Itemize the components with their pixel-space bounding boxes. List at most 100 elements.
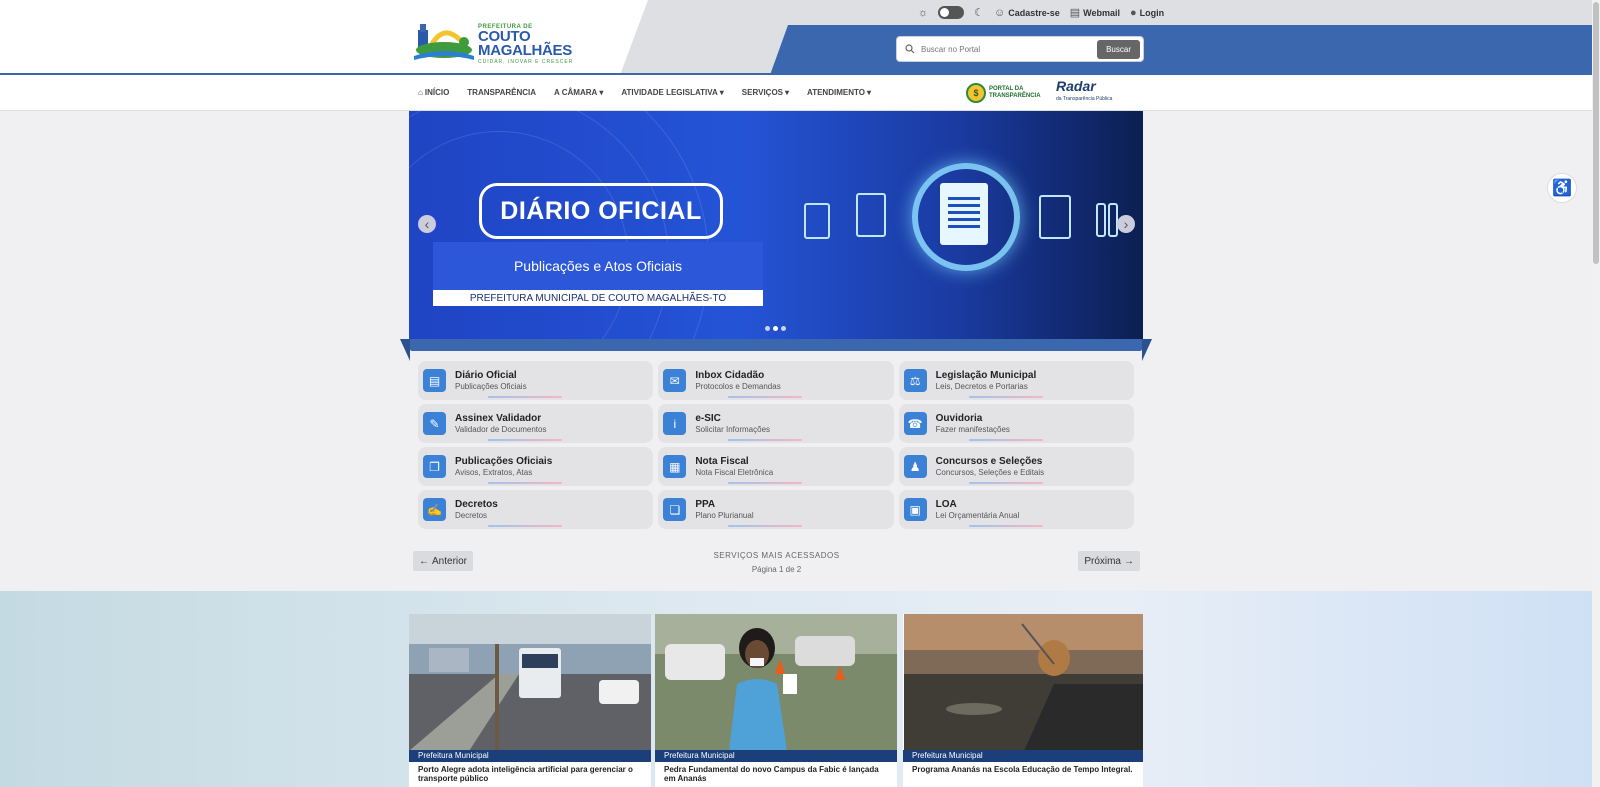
chevron-down-icon: ▾ xyxy=(719,88,724,97)
chevron-down-icon: ▾ xyxy=(785,88,790,97)
carousel-next-button[interactable]: › xyxy=(1117,215,1135,233)
nav-item-camara[interactable]: A CÂMARA ▾ xyxy=(554,88,603,97)
news-category: Prefeitura Municipal xyxy=(903,750,1143,762)
service-card[interactable]: ❏ PPA Plano Plurianual xyxy=(658,490,894,529)
service-card[interactable]: ▣ LOA Lei Orçamentária Anual xyxy=(898,490,1134,529)
card-underline xyxy=(488,439,562,441)
document-lock-icon xyxy=(1039,195,1071,239)
user-tie-icon: ♟ xyxy=(903,455,927,478)
nav-item-atendimento[interactable]: ATENDIMENTO ▾ xyxy=(807,88,871,97)
service-card[interactable]: ▦ Nota Fiscal Nota Fiscal Eletrônica xyxy=(658,447,894,486)
radar-subtitle: da Transparência Pública xyxy=(1056,96,1113,102)
nav-label: ATENDIMENTO xyxy=(807,88,865,97)
service-title: Publicações Oficiais xyxy=(455,456,553,467)
portal-transparencia-link[interactable]: $ PORTAL DA TRANSPARÊNCIA xyxy=(966,81,1048,105)
document-edit-icon: ✍ xyxy=(423,498,446,521)
service-card[interactable]: i e-SIC Solicitar Informações xyxy=(658,404,894,443)
service-card[interactable]: ☎ Ouvidoria Fazer manifestações xyxy=(898,404,1134,443)
chevron-down-icon: ▾ xyxy=(599,88,604,97)
news-title[interactable]: Porto Alegre adota inteligência artifici… xyxy=(418,765,644,783)
service-card[interactable]: ♟ Concursos e Seleções Concursos, Seleções… xyxy=(898,447,1134,486)
login-link[interactable]: ● Login xyxy=(1130,7,1164,19)
service-subtitle: Leis, Decretos e Portarias xyxy=(935,382,1028,391)
service-title: Ouvidoria xyxy=(935,413,983,424)
search-input[interactable] xyxy=(921,44,1098,54)
carousel-dot[interactable] xyxy=(773,326,778,331)
document-edit-icon xyxy=(856,193,886,237)
service-subtitle: Validador de Documentos xyxy=(455,425,547,434)
service-card[interactable]: ✍ Decretos Decretos xyxy=(418,490,654,529)
scale-icon: ⚖ xyxy=(903,369,927,392)
news-image-woman xyxy=(655,614,897,751)
service-subtitle: Concursos, Seleções e Editais xyxy=(935,468,1045,477)
webmail-label: Webmail xyxy=(1083,7,1120,18)
arrow-right-icon: → xyxy=(1124,555,1134,567)
service-title: Nota Fiscal xyxy=(695,456,749,467)
card-underline xyxy=(728,482,803,484)
service-card[interactable]: ▤ Diário Oficial Publicações Oficiais xyxy=(418,361,654,400)
card-underline xyxy=(488,525,562,527)
news-image-river xyxy=(904,614,1143,751)
news-category: Prefeitura Municipal xyxy=(409,750,651,762)
radar-title: Radar xyxy=(1056,78,1096,94)
service-title: Concursos e Seleções xyxy=(935,456,1043,467)
site-logo[interactable]: PREFEITURA DE COUTO MAGALHÃES CUIDAR, IN… xyxy=(412,20,577,66)
page-scrollbar[interactable] xyxy=(1592,0,1600,787)
service-card[interactable]: ⚖ Legislação Municipal Leis, Decretos e Po… xyxy=(898,361,1134,400)
nav-label: SERVIÇOS xyxy=(741,88,783,97)
news-card[interactable]: Prefeitura Municipal Porto Alegre adota … xyxy=(409,614,651,787)
service-subtitle: Decretos xyxy=(455,511,488,520)
mail-icon: ▤ xyxy=(1069,7,1081,19)
service-title: LOA xyxy=(935,499,957,510)
document-check-icon xyxy=(804,203,830,239)
carousel-dot[interactable] xyxy=(781,326,786,331)
news-card[interactable]: Prefeitura Municipal Pedra Fundamental d… xyxy=(655,614,897,787)
user-plus-icon: ☺ xyxy=(993,6,1006,19)
file-icon: ▣ xyxy=(903,498,927,521)
nav-item-inicio[interactable]: ⌂ INÍCIO xyxy=(418,88,449,97)
service-card[interactable]: ✎ Assinex Validador Validador de Documento… xyxy=(418,404,654,443)
carousel-dots xyxy=(765,326,786,331)
service-subtitle: Avisos, Extratos, Atas xyxy=(455,468,533,477)
service-title: Inbox Cidadão xyxy=(695,370,765,381)
service-title: PPA xyxy=(695,499,716,510)
nav-label: ATIVIDADE LEGISLATIVA xyxy=(621,88,718,97)
document-icon xyxy=(940,183,988,245)
news-image-street xyxy=(409,614,651,751)
portal-coin-icon: $ xyxy=(966,83,986,103)
portal-line2: TRANSPARÊNCIA xyxy=(989,93,1041,99)
nav-item-transparencia[interactable]: TRANSPARÊNCIA xyxy=(467,88,536,97)
scrollbar-thumb[interactable] xyxy=(1593,2,1599,264)
nav-label: A CÂMARA xyxy=(554,88,598,97)
news-title[interactable]: Programa Ananás na Escola Educação de Te… xyxy=(912,765,1138,774)
radar-transparencia-link[interactable]: Radar da Transparência Pública xyxy=(1056,78,1134,108)
services-grid: ▤ Diário Oficial Publicações Oficiais ✉ Inbo… xyxy=(418,361,1134,529)
nav-item-servicos[interactable]: SERVIÇOS ▾ xyxy=(742,88,789,97)
cadastre-label: Cadastre-se xyxy=(1008,7,1060,18)
info-icon: i xyxy=(663,412,687,435)
pager-title: SERVIÇOS MAIS ACESSADOS xyxy=(713,551,840,560)
search-button[interactable]: Buscar xyxy=(1097,39,1140,59)
card-underline xyxy=(488,482,562,484)
carousel-dot[interactable] xyxy=(765,326,770,331)
next-page-button[interactable]: Próxima → xyxy=(1078,551,1140,571)
news-card[interactable]: Prefeitura Municipal Programa Ananás na … xyxy=(903,614,1143,787)
nav-item-atividade-legislativa[interactable]: ATIVIDADE LEGISLATIVA ▾ xyxy=(621,88,723,97)
chevron-down-icon: ▾ xyxy=(866,88,871,97)
documents-icon: ❐ xyxy=(423,455,446,478)
hero-carousel[interactable]: DIÁRIO OFICIAL Publicações e Atos Oficia… xyxy=(409,111,1143,340)
news-title[interactable]: Pedra Fundamental do novo Campus da Fabi… xyxy=(664,765,890,783)
service-card[interactable]: ❐ Publicações Oficiais Avisos, Extratos, A… xyxy=(418,447,654,486)
carousel-prev-button[interactable]: ‹ xyxy=(418,215,436,233)
login-label: Login xyxy=(1139,7,1165,18)
theme-toggle[interactable] xyxy=(938,6,965,19)
cadastre-link[interactable]: ☺ Cadastre-se xyxy=(994,7,1060,19)
service-title: e-SIC xyxy=(695,413,721,424)
inbox-icon: ✉ xyxy=(663,369,687,392)
card-underline xyxy=(968,439,1043,441)
service-card[interactable]: ✉ Inbox Cidadão Protocolos e Demandas xyxy=(658,361,894,400)
webmail-link[interactable]: ▤ Webmail xyxy=(1070,6,1120,19)
signature-icon: ✎ xyxy=(423,412,446,435)
card-underline xyxy=(728,396,803,398)
accessibility-icon[interactable]: ♿ xyxy=(1547,173,1577,203)
